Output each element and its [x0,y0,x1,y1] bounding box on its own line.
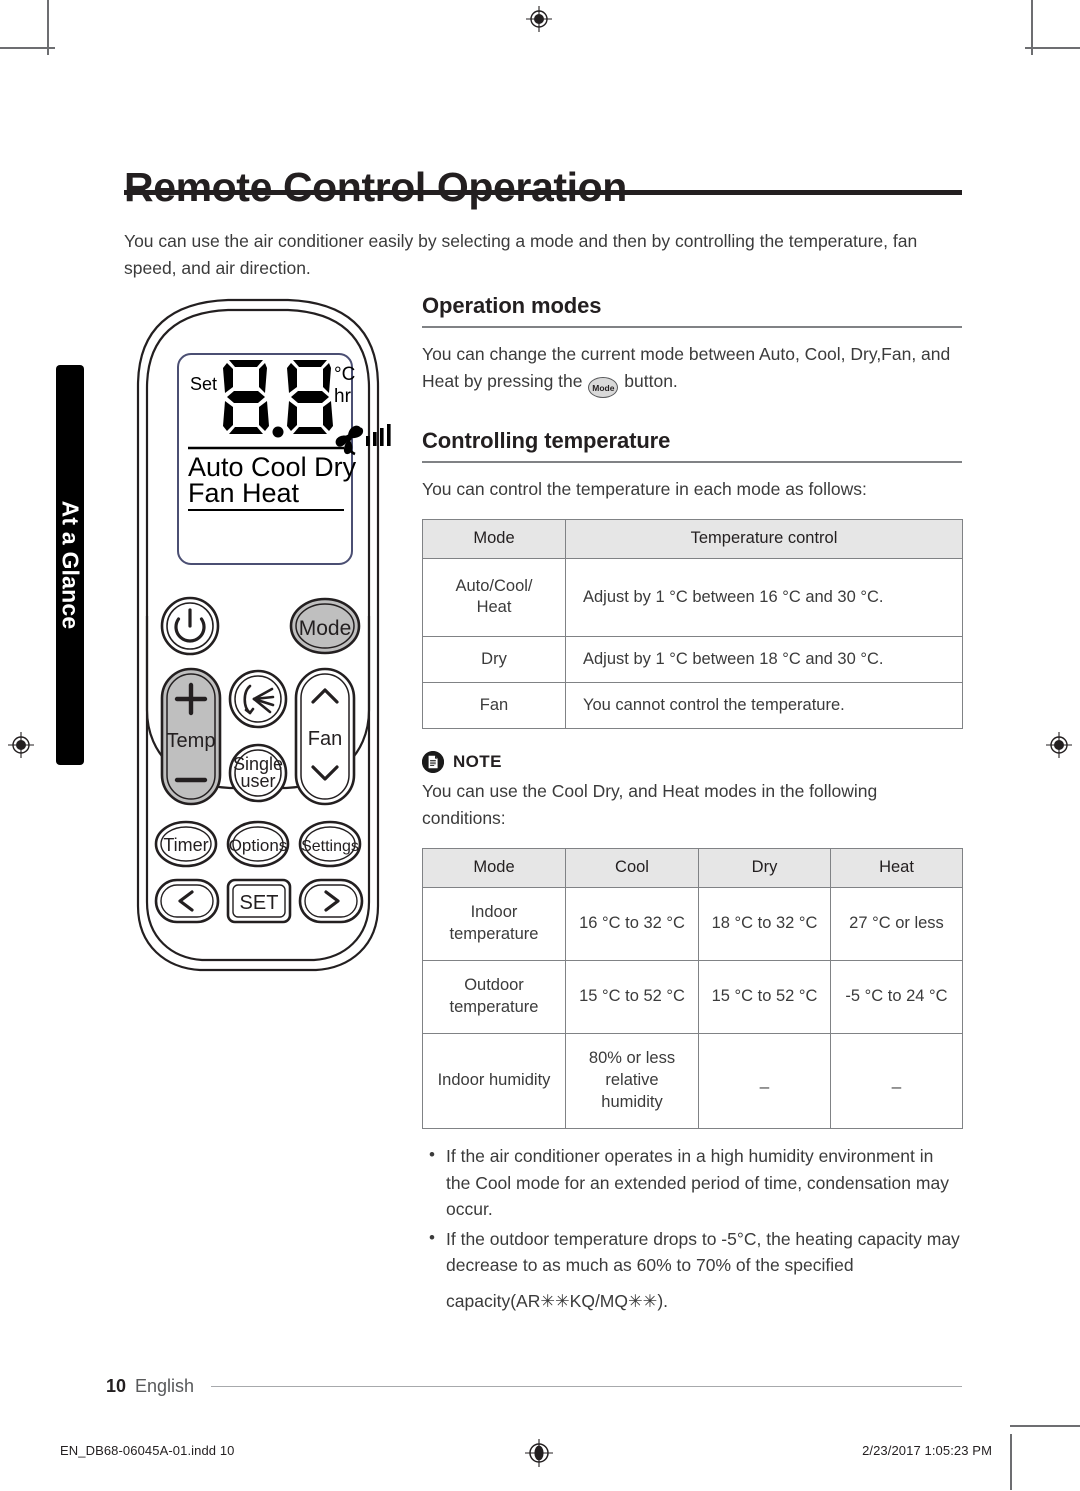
svg-text:Temp: Temp [167,730,216,752]
document-icon [422,750,444,773]
table-cell-value: -5 °C to 24 °C [830,959,963,1034]
page-canvas: At a Glance Remote Control Operation You… [0,0,1080,1491]
note-intro: You can use the Cool Dry, and Heat modes… [422,780,878,828]
registration-mark-top-center [526,6,552,32]
note-heading: NOTE [422,750,962,773]
page-language: English [135,1376,195,1396]
table-header-cell: Mode [422,848,566,888]
crop-mark-top-left-horizontal [0,47,55,49]
table-cell-value: You cannot control the temperature. [565,681,963,729]
table-row: Indoor temperature 16 °C to 32 °C 18 °C t… [422,886,963,961]
remote-fan-button: Fan [294,667,356,806]
remote-airflow-button [228,669,288,729]
crop-mark-bottom-right-vertical [1010,1434,1012,1490]
table-row: Outdoor temperature 15 °C to 52 °C 15 °C … [422,959,963,1034]
operation-modes-paragraph: You can change the current mode between … [422,341,962,398]
controlling-temperature-intro: You can control the temperature in each … [422,478,867,499]
print-filename: EN_DB68-06045A-01.indd 10 [60,1443,235,1458]
table-cell-label: Indoor temperature [422,886,566,961]
svg-text:SET: SET [240,892,279,914]
table-cell-value: Adjust by 1 °C between 16 °C and 30 °C. [565,557,963,637]
svg-text:Options: Options [229,836,288,855]
page-folio: 10 English [106,1376,962,1397]
table-row: Auto/Cool/Heat Adjust by 1 °C between 16… [422,557,963,637]
note-title: NOTE [453,751,502,771]
remote-options-button: Options [226,820,290,868]
svg-text:Settings: Settings [301,838,359,855]
heading-rule-controlling-temperature [422,460,962,463]
sidebar-tab-at-a-glance[interactable]: At a Glance [56,365,84,765]
table-cell-value: _ [698,1032,831,1129]
lcd-modes-line-2: Fan Heat [188,478,300,508]
table-cell-value: 16 °C to 32 °C [565,886,699,961]
svg-text:Timer: Timer [163,835,208,855]
svg-text:Set: Set [190,374,217,394]
table-header-cell: Heat [830,848,963,888]
table-header-cell: Cool [565,848,699,888]
table-cell-label: Indoor humidity [422,1032,566,1129]
table-row: Dry Adjust by 1 °C between 18 °C and 30 … [422,635,963,683]
remote-single-user-button: Single user [228,743,288,803]
table-row: Fan You cannot control the temperature. [422,681,963,729]
table-cell-value: 27 °C or less [830,886,963,961]
table-header-row: Mode Temperature control [422,519,963,559]
remote-control-illustration: Set °C hr Auto Cool Dry Fan Heat Mode Te… [120,286,420,986]
table-cell-value: 15 °C to 52 °C [565,959,699,1034]
table-header-cell: Dry [698,848,831,888]
page-title-rule [124,190,962,195]
table-cell-value: 80% or less relative humidity [565,1032,699,1129]
remote-power-button [160,596,220,656]
content-column: Operation modes You can change the curre… [422,293,963,1314]
heading-rule-operation-modes [422,326,962,328]
list-item: If the outdoor temperature drops to -5°C… [422,1225,962,1279]
registration-mark-right-middle [1046,732,1072,758]
table-cell-mode: Auto/Cool/Heat [422,557,566,637]
crop-mark-bottom-right-horizontal [1010,1425,1080,1427]
table-header-row: Mode Cool Dry Heat [422,848,963,888]
heading-controlling-temperature: Controlling temperature [422,427,671,453]
operating-conditions-table: Mode Cool Dry Heat Indoor temperature 16 … [422,848,963,1129]
table-cell-value: _ [830,1032,963,1129]
remote-set-button: SET [226,878,292,924]
print-timestamp: 2/23/2017 1:05:23 PM [862,1443,992,1458]
table-cell-value: 18 °C to 32 °C [698,886,831,961]
table-cell-label: Outdoor temperature [422,959,566,1034]
crop-mark-top-right-horizontal [1025,47,1080,49]
remote-settings-button: Settings [298,820,362,868]
note-bullet-list: If the air conditioner operates in a hig… [422,1142,962,1279]
operation-modes-text-before: You can change the current mode between … [422,344,951,391]
registration-mark-bottom-center [525,1439,553,1467]
svg-text:user: user [240,771,275,791]
table-header-cell: Temperature control [565,519,963,559]
sidebar-tab-label: At a Glance [57,500,84,630]
print-slug-line: EN_DB68-06045A-01.indd 10 2/23/2017 1:05… [0,1425,1080,1490]
table-row: Indoor humidity 80% or less relative humid… [422,1032,963,1129]
list-item: If the air conditioner operates in a hig… [422,1142,962,1223]
svg-text:Fan: Fan [308,728,342,750]
table-cell-mode: Dry [422,635,566,683]
operation-modes-text-after: button. [624,370,678,391]
folio-rule [211,1385,962,1388]
table-cell-value: Adjust by 1 °C between 18 °C and 30 °C. [565,635,963,683]
page-number: 10 [106,1376,127,1396]
inline-mode-button-icon: Mode [588,376,619,398]
remote-timer-button: Timer [154,820,218,868]
lcd-unit-hour: hr [334,386,352,407]
heading-operation-modes: Operation modes [422,293,602,318]
temperature-control-table: Mode Temperature control Auto/Cool/Heat … [422,519,963,729]
remote-mode-button: Mode [289,597,361,655]
remote-temp-button: Temp [160,667,222,806]
registration-mark-left-middle [8,732,34,758]
remote-prev-button [154,878,220,924]
page-title: Remote Control Operation [124,164,627,211]
table-cell-value: 15 °C to 52 °C [698,959,831,1034]
svg-text:Mode: Mode [299,617,352,640]
remote-control-svg: Set °C hr Auto Cool Dry Fan Heat Mode Te… [136,298,391,972]
lcd-unit-celsius: °C [334,364,355,385]
bullet-continuation-text: capacity(AR✳✳KQ/MQ✳✳). [446,1290,669,1311]
table-header-cell: Mode [422,519,566,559]
table-cell-mode: Fan [422,681,566,729]
page-intro-text: You can use the air conditioner easily b… [124,230,918,278]
remote-next-button [298,878,364,924]
